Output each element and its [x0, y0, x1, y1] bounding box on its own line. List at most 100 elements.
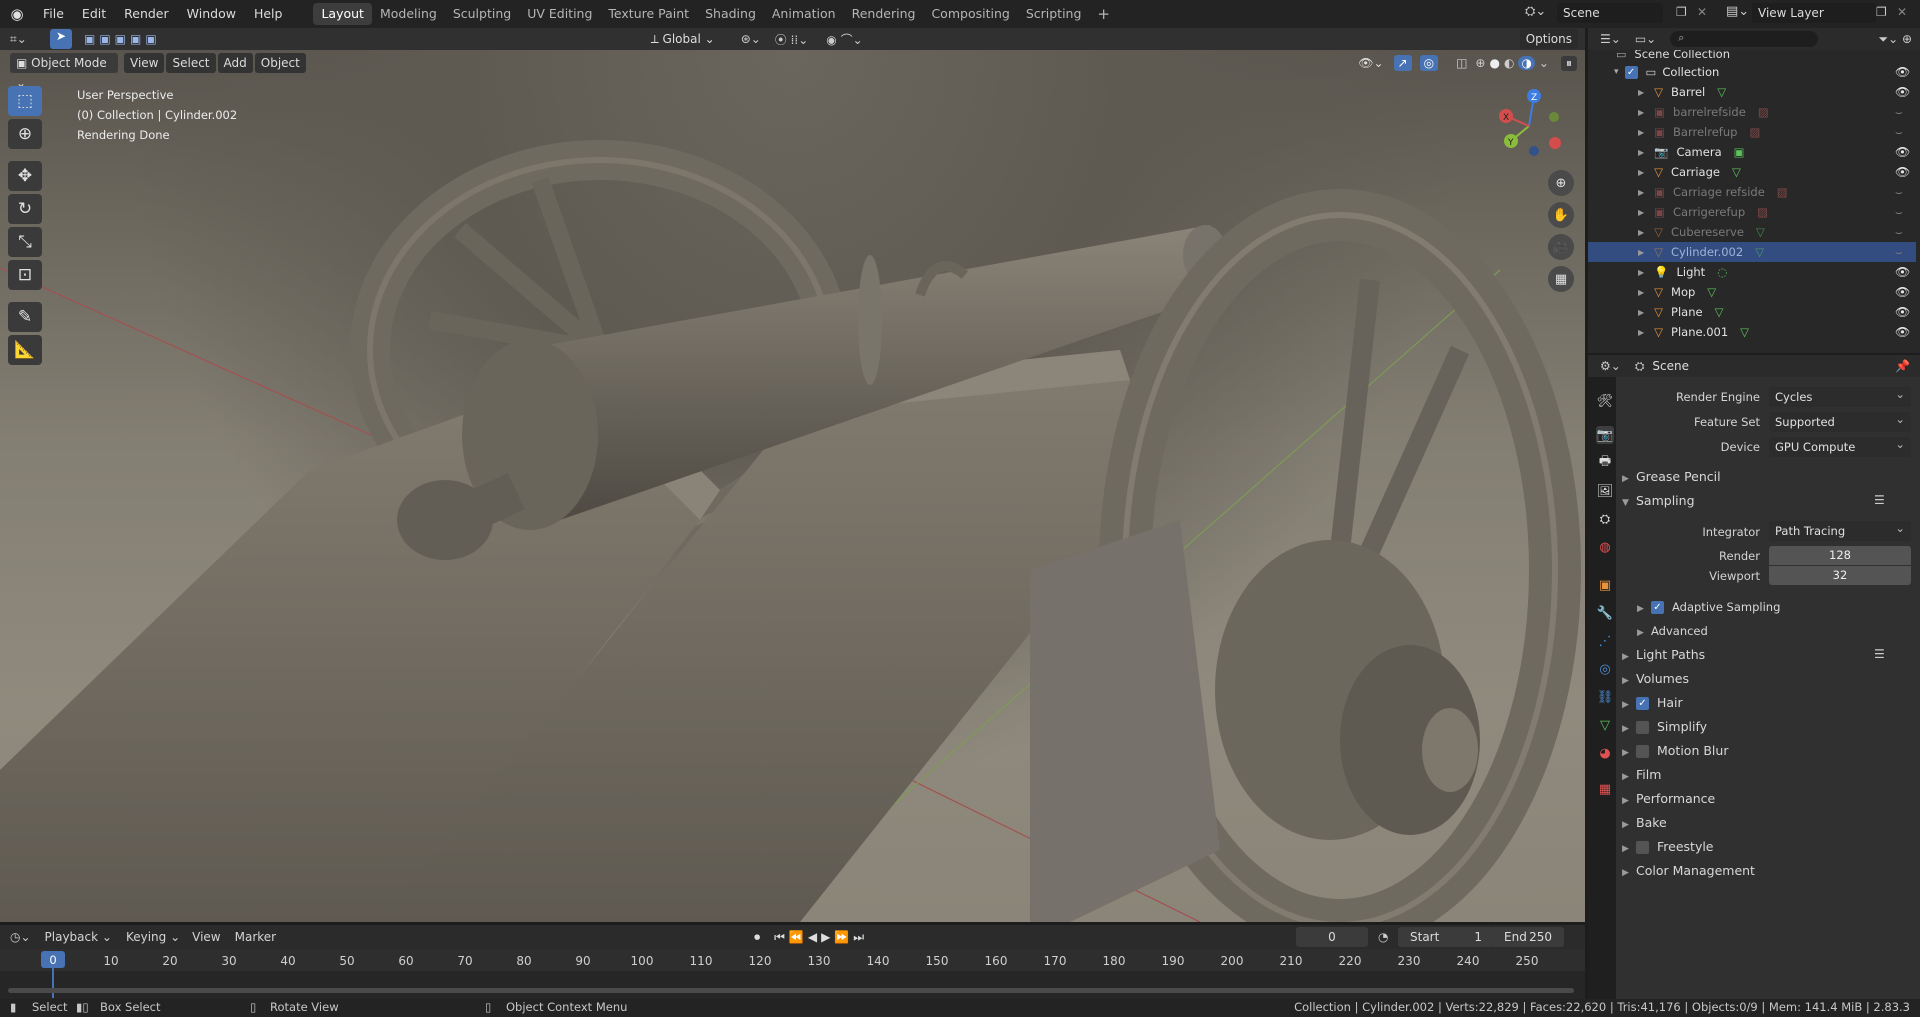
viewport-samples-field[interactable]: 32	[1769, 566, 1911, 585]
sampling-panel[interactable]: ▼ Sampling	[1622, 491, 1695, 511]
device-dropdown[interactable]: GPU Compute	[1769, 434, 1911, 457]
visibility-eye-icon[interactable]: 👁	[1895, 85, 1910, 99]
expand-arrow-icon[interactable]: ▶	[1638, 228, 1644, 237]
annotate-tool-icon[interactable]: ✎	[8, 302, 42, 332]
freestyle-panel[interactable]: ▶ Freestyle	[1622, 837, 1714, 857]
view-layer-copy-icon[interactable]: ❐	[1876, 5, 1887, 19]
visibility-eye-icon[interactable]: ⌣	[1895, 185, 1903, 200]
tool-tab-icon[interactable]: 🛠	[1596, 392, 1614, 410]
outliner-item[interactable]: ▶ 📷 Camera ▣ 👁	[1588, 142, 1916, 162]
collection-row[interactable]: ▾ ✓ ▭ Collection 👁	[1588, 62, 1916, 82]
scale-tool-icon[interactable]: ⤡	[8, 227, 42, 257]
outliner-search-field[interactable]: ⌕	[1670, 31, 1819, 47]
collection-visibility-icon[interactable]: 👁	[1895, 65, 1910, 79]
scene-context-icon[interactable]: ⛭	[1635, 359, 1645, 374]
constraints-tab-icon[interactable]: ⛓	[1596, 688, 1614, 706]
ortho-toggle-icon[interactable]: ▦	[1548, 266, 1574, 292]
menu-help[interactable]: Help	[245, 0, 292, 28]
timeline-scrollbar[interactable]	[8, 988, 1574, 993]
outliner-item[interactable]: ▶ ▣ Barrelrefup ▨ ⌣	[1588, 122, 1916, 142]
pin-icon[interactable]: 📌	[1895, 359, 1910, 373]
grease-pencil-panel[interactable]: ▶ Grease Pencil	[1622, 467, 1721, 487]
world-tab-icon[interactable]: ◍	[1596, 538, 1614, 556]
texture-tab-icon[interactable]: ▦	[1596, 780, 1614, 798]
blender-logo-icon[interactable]: ◉	[0, 5, 34, 23]
playback-controls-icon[interactable]: ⏮⏪◀▶⏩⏭	[774, 930, 868, 945]
menu-playback[interactable]: Playback ⌄	[45, 930, 112, 944]
data-tab-icon[interactable]: ▽	[1596, 716, 1614, 734]
expand-arrow-icon[interactable]: ▶	[1638, 128, 1644, 137]
render-engine-dropdown[interactable]: Cycles	[1769, 384, 1911, 407]
pan-hand-icon[interactable]: ✋	[1548, 202, 1574, 228]
outliner-item[interactable]: ▶ 💡 Light ◌ 👁	[1588, 262, 1916, 282]
visibility-eye-icon[interactable]: ⌣	[1895, 105, 1903, 120]
hair-panel[interactable]: ▶ ✓ Hair	[1622, 693, 1683, 713]
expand-arrow-icon[interactable]: ▶	[1638, 308, 1644, 317]
menu-keying[interactable]: Keying ⌄	[126, 930, 180, 944]
tab-compositing[interactable]: Compositing	[923, 3, 1017, 25]
tab-scripting[interactable]: Scripting	[1018, 3, 1090, 25]
visibility-eye-icon[interactable]: ⌣	[1895, 125, 1903, 140]
expand-arrow-icon[interactable]: ▶	[1638, 168, 1644, 177]
output-tab-icon[interactable]: 🖶	[1596, 454, 1614, 472]
menu-object[interactable]: Object	[254, 53, 306, 73]
gizmo-toggle-icon[interactable]: ↗	[1393, 55, 1412, 71]
tab-layout[interactable]: Layout	[313, 3, 372, 25]
shading-wireframe-icon[interactable]: ⊕	[1475, 56, 1485, 70]
display-mode-icon[interactable]: ▭⌄	[1635, 32, 1656, 46]
move-tool-icon[interactable]: ✥	[8, 161, 42, 191]
visibility-eye-icon[interactable]: 👁	[1895, 265, 1910, 279]
pause-render-icon[interactable]: ⏸	[1560, 55, 1577, 71]
add-workspace-button[interactable]: +	[1089, 3, 1118, 25]
navigation-gizmo[interactable]: Z Y X	[1494, 86, 1564, 156]
physics-tab-icon[interactable]: ◎	[1596, 660, 1614, 678]
properties-editor-icon[interactable]: ⚙⌄	[1600, 359, 1621, 373]
hair-checkbox[interactable]: ✓	[1636, 697, 1649, 710]
visibility-eye-icon[interactable]: 👁	[1895, 145, 1910, 159]
render-tab-icon[interactable]: 📷	[1596, 426, 1614, 444]
scene-close-icon[interactable]: ✕	[1697, 5, 1707, 19]
view-layer-tab-icon[interactable]: 🖼	[1596, 482, 1614, 500]
render-samples-field[interactable]: 128	[1769, 546, 1911, 565]
outliner-editor-icon[interactable]: ☰⌄	[1600, 32, 1621, 46]
outliner-item[interactable]: ▶ ▽ Mop ▽ 👁	[1588, 282, 1916, 302]
adaptive-sampling-panel[interactable]: ▶ ✓ Adaptive Sampling	[1637, 597, 1780, 617]
filter-icon[interactable]: ⏷⌄ ⊕	[1878, 32, 1912, 47]
motion-blur-panel[interactable]: ▶ Motion Blur	[1622, 741, 1728, 761]
menu-marker[interactable]: Marker	[235, 930, 276, 944]
proportional-edit-icon[interactable]: ◉ ⌒⌄	[826, 31, 862, 48]
outliner-item[interactable]: ▶ ▣ Carrigerefup ▨ ⌣	[1588, 202, 1916, 222]
tab-animation[interactable]: Animation	[764, 3, 844, 25]
menu-window[interactable]: Window	[178, 0, 245, 28]
outliner-item[interactable]: ▶ ▽ Plane ▽ 👁	[1588, 302, 1916, 322]
expand-arrow-icon[interactable]: ▶	[1638, 188, 1644, 197]
select-mode-icons[interactable]: ▣▣▣▣▣	[84, 32, 161, 46]
outliner-item[interactable]: ▶ ▽ Carriage ▽ 👁	[1588, 162, 1916, 182]
scene-icon[interactable]: ⛭⌄	[1525, 4, 1546, 19]
modifier-tab-icon[interactable]: 🔧	[1596, 604, 1614, 622]
menu-select[interactable]: Select	[166, 53, 216, 73]
menu-render[interactable]: Render	[115, 0, 178, 28]
tab-rendering[interactable]: Rendering	[844, 3, 924, 25]
integrator-dropdown[interactable]: Path Tracing	[1769, 518, 1911, 541]
tab-texture-paint[interactable]: Texture Paint	[600, 3, 697, 25]
light-paths-presets-icon[interactable]: ☰	[1874, 647, 1885, 661]
tab-modeling[interactable]: Modeling	[372, 3, 445, 25]
performance-panel[interactable]: ▶ Performance	[1622, 789, 1715, 809]
rotate-tool-icon[interactable]: ↻	[8, 194, 42, 224]
transform-orientation[interactable]: ⟂ Global ⌄	[651, 32, 715, 47]
feature-set-dropdown[interactable]: Supported	[1769, 409, 1911, 432]
outliner-item[interactable]: ▶ ▽ Cylinder.002 ▽ ⌣	[1588, 242, 1916, 262]
editor-type-icon[interactable]: ⌗⌄	[10, 32, 36, 47]
visibility-eye-icon[interactable]: ⌣	[1895, 205, 1903, 220]
visibility-eye-icon[interactable]: 👁	[1895, 305, 1910, 319]
menu-add[interactable]: Add	[217, 53, 253, 73]
expand-arrow-icon[interactable]: ▶	[1638, 208, 1644, 217]
simplify-checkbox[interactable]	[1636, 721, 1649, 734]
select-box-tool-icon[interactable]: ⬚	[8, 86, 42, 116]
expand-arrow-icon[interactable]: ▶	[1638, 148, 1644, 157]
expand-arrow-icon[interactable]: ▶	[1638, 328, 1644, 337]
outliner-item[interactable]: ▶ ▽ Cubereserve ▽ ⌣	[1588, 222, 1916, 242]
outliner-item[interactable]: ▶ ▽ Barrel ▽ 👁	[1588, 82, 1916, 102]
visibility-eye-icon[interactable]: ⌣	[1895, 245, 1903, 260]
